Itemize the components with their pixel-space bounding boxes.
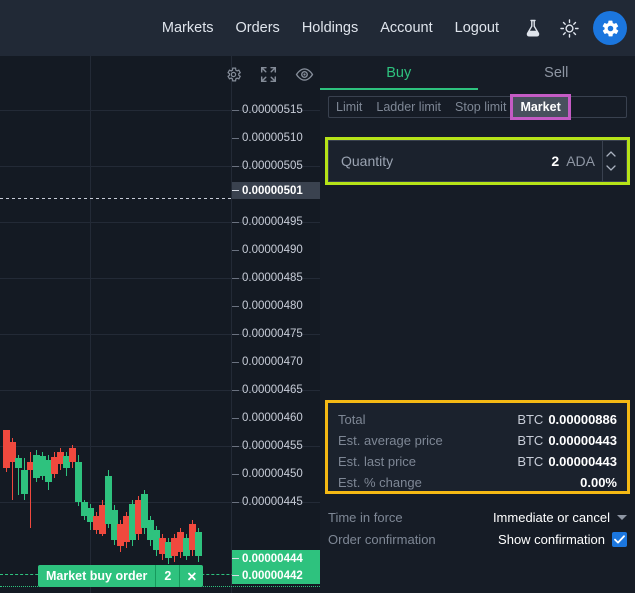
close-icon[interactable]: ✕ — [179, 565, 204, 587]
tab-buy[interactable]: Buy — [320, 56, 478, 90]
pct-change-label: Est. % change — [338, 475, 422, 490]
order-totals: Total BTC 0.00000886 Est. average price B… — [325, 400, 630, 494]
order-type-limit[interactable]: Limit — [329, 97, 369, 117]
axis-tick: 0.00000480 — [232, 298, 320, 314]
nav-link-account[interactable]: Account — [380, 20, 432, 36]
axis-price-tag: 0.00000444 — [232, 550, 320, 567]
order-confirmation-control[interactable]: Show confirmation — [498, 531, 627, 547]
axis-tick: 0.00000515 — [232, 102, 320, 118]
trade-panel: Buy Sell Limit Ladder limit Stop limit M… — [320, 56, 635, 593]
total-amount: 0.00000886 — [548, 412, 617, 427]
total-value: BTC 0.00000886 — [517, 412, 617, 427]
settings-gear-icon[interactable] — [593, 11, 627, 45]
axis-tick: 0.00000460 — [232, 410, 320, 426]
time-in-force-label: Time in force — [328, 509, 403, 525]
nav-link-holdings[interactable]: Holdings — [302, 20, 358, 36]
market-buy-order-badge[interactable]: Market buy order 2 ✕ — [38, 565, 204, 587]
top-navbar: Markets Orders Holdings Account Logout — [0, 0, 635, 56]
last-price-row: Est. last price BTC 0.00000443 — [338, 451, 617, 472]
total-row: Total BTC 0.00000886 — [338, 409, 617, 430]
axis-tick: 0.00000510 — [232, 130, 320, 146]
order-confirmation-label: Order confirmation — [328, 531, 436, 547]
nav-link-orders[interactable]: Orders — [235, 20, 279, 36]
order-type-stop-limit[interactable]: Stop limit — [448, 97, 513, 117]
avg-price-row: Est. average price BTC 0.00000443 — [338, 430, 617, 451]
axis-price-tag: 0.00000442 — [232, 567, 320, 584]
time-in-force-row: Time in force Immediate or cancel — [328, 506, 627, 528]
total-label: Total — [338, 412, 366, 427]
quantity-stepper[interactable] — [602, 141, 618, 181]
time-in-force-value: Immediate or cancel — [492, 509, 610, 525]
price-axis[interactable]: 0.000005150.000005100.000005050.00000500… — [232, 56, 320, 593]
avg-price-amount: 0.00000443 — [548, 433, 617, 448]
nav-link-markets[interactable]: Markets — [162, 20, 214, 36]
axis-tick: 0.00000465 — [232, 382, 320, 398]
quantity-label: Quantity — [341, 153, 394, 169]
order-badge-quantity: 2 — [155, 565, 180, 587]
order-type-market[interactable]: Market — [510, 94, 571, 120]
tab-sell[interactable]: Sell — [478, 56, 635, 90]
axis-price-tag: 0.00000501 — [232, 182, 320, 199]
total-currency: BTC — [517, 412, 544, 427]
quantity-unit: ADA — [566, 153, 595, 169]
last-price-amount: 0.00000443 — [548, 454, 617, 469]
trading-app: Markets Orders Holdings Account Logout M… — [0, 0, 635, 593]
candlestick — [195, 528, 202, 562]
flask-icon[interactable] — [521, 16, 545, 40]
order-type-row: Limit Ladder limit Stop limit Market — [328, 94, 627, 120]
time-in-force-control[interactable]: Immediate or cancel — [493, 510, 627, 525]
avg-price-label: Est. average price — [338, 433, 443, 448]
order-type-ladder-limit[interactable]: Ladder limit — [369, 97, 448, 117]
quantity-value[interactable]: 2 — [551, 153, 559, 169]
chevron-down-icon — [605, 165, 616, 171]
chevron-up-icon — [605, 151, 616, 157]
pct-change-value: 0.00% — [580, 475, 617, 490]
axis-tick: 0.00000445 — [232, 494, 320, 510]
axis-tick: 0.00000505 — [232, 158, 320, 174]
axis-tick: 0.00000450 — [232, 466, 320, 482]
avg-price-value: BTC 0.00000443 — [517, 433, 617, 448]
last-price-value: BTC 0.00000443 — [517, 454, 617, 469]
last-price-label: Est. last price — [338, 454, 417, 469]
axis-tick: 0.00000475 — [232, 326, 320, 342]
order-confirmation-checkbox[interactable] — [612, 531, 627, 547]
quantity-field[interactable]: Quantity 2 ADA — [325, 137, 630, 185]
order-badge-label: Market buy order — [38, 565, 156, 587]
axis-tick: 0.00000470 — [232, 354, 320, 370]
last-price-currency: BTC — [517, 454, 544, 469]
order-confirmation-value: Show confirmation — [498, 531, 605, 547]
brightness-sun-icon[interactable] — [557, 16, 581, 40]
buy-sell-tabs: Buy Sell — [320, 56, 635, 90]
axis-tick: 0.00000495 — [232, 214, 320, 230]
nav-link-logout[interactable]: Logout — [455, 20, 499, 36]
axis-tick: 0.00000485 — [232, 270, 320, 286]
check-icon — [614, 534, 625, 543]
chevron-down-icon[interactable] — [617, 514, 627, 520]
candlestick — [75, 455, 82, 506]
order-confirmation-row: Order confirmation Show confirmation — [328, 528, 627, 550]
pct-change-row: Est. % change 0.00% — [338, 472, 617, 493]
axis-tick: 0.00000490 — [232, 242, 320, 258]
avg-price-currency: BTC — [517, 433, 544, 448]
axis-tick: 0.00000455 — [232, 438, 320, 454]
